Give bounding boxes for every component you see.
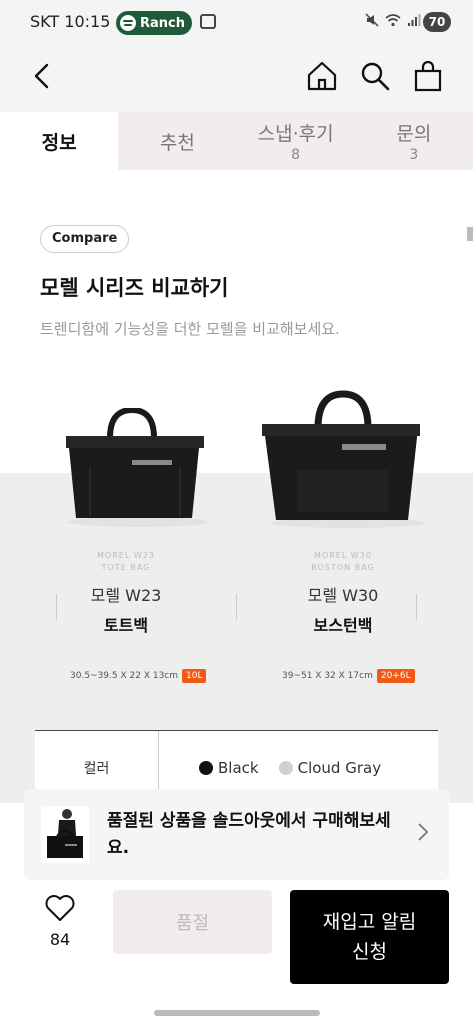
product-type: 보스턴백 bbox=[313, 616, 373, 635]
color-option-black: Black bbox=[199, 759, 259, 777]
tab-label: 스냅·후기 bbox=[257, 123, 334, 145]
home-icon bbox=[307, 61, 337, 91]
search-icon bbox=[361, 62, 390, 91]
wifi-icon bbox=[385, 14, 401, 27]
bottom-action-bar: 84 품절 재입고 알림 신청 bbox=[0, 880, 473, 1024]
color-name: Black bbox=[218, 759, 259, 777]
cart-button[interactable] bbox=[410, 58, 446, 94]
tab-label: 문의 bbox=[396, 123, 432, 145]
tab-count: 3 bbox=[409, 147, 419, 163]
divider bbox=[236, 594, 237, 620]
volume-badge: 10L bbox=[182, 669, 207, 683]
volume-badge: 20+6L bbox=[376, 669, 415, 683]
color-swatch bbox=[278, 761, 293, 775]
product-category-en: BOSTON BAG bbox=[311, 563, 375, 572]
divider bbox=[56, 594, 57, 620]
product-name: 모렐 W30 bbox=[307, 586, 379, 605]
restock-notify-button[interactable]: 재입고 알림 신청 bbox=[290, 890, 449, 984]
status-time: SKT 10:15 bbox=[30, 12, 111, 31]
color-options: Black Cloud Gray bbox=[199, 759, 381, 777]
tab-info[interactable]: 정보 bbox=[0, 112, 119, 170]
soldout-button: 품절 bbox=[113, 890, 272, 954]
search-button[interactable] bbox=[357, 58, 393, 94]
tab-count: 8 bbox=[291, 147, 301, 163]
status-bar: SKT 10:15 Ranch 70 bbox=[0, 0, 473, 44]
dimensions-text: 39~51 X 32 X 17cm bbox=[282, 671, 373, 681]
tab-recommend[interactable]: 추천 bbox=[118, 112, 236, 170]
compare-chip: Compare bbox=[40, 225, 130, 253]
screen-capture-icon bbox=[200, 14, 216, 29]
spotify-icon bbox=[120, 15, 136, 31]
product-dimensions-w30: 39~51 X 32 X 17cm 20+6L bbox=[282, 669, 415, 683]
media-pill[interactable]: Ranch bbox=[116, 11, 192, 35]
dimensions-text: 30.5~39.5 X 22 X 13cm bbox=[70, 671, 179, 681]
status-icons bbox=[365, 13, 421, 31]
scrollbar[interactable] bbox=[467, 227, 473, 241]
home-button[interactable] bbox=[304, 58, 340, 94]
product-tabs: 정보 추천 스냅·후기 8 문의 3 bbox=[0, 112, 473, 170]
color-option-cloud-gray: Cloud Gray bbox=[278, 759, 382, 777]
media-app-label: Ranch bbox=[140, 15, 185, 31]
chevron-right-icon bbox=[417, 822, 429, 846]
tab-reviews[interactable]: 스냅·후기 8 bbox=[237, 112, 355, 170]
person-with-bag-image bbox=[47, 809, 83, 858]
like-count: 84 bbox=[49, 930, 71, 949]
signal-icon bbox=[408, 14, 421, 26]
tab-qna[interactable]: 문의 3 bbox=[355, 112, 473, 170]
tote-bag-image bbox=[66, 408, 208, 527]
like-button[interactable]: 84 bbox=[38, 894, 82, 949]
product-code: MOREL W30 bbox=[314, 551, 372, 560]
product-card-w23[interactable]: MOREL W23 TOTE BAG 모렐 W23 토트백 bbox=[26, 550, 226, 636]
tab-label: 추천 bbox=[159, 131, 195, 154]
banner-thumbnail bbox=[41, 806, 89, 863]
product-code: MOREL W23 bbox=[97, 551, 155, 560]
back-button[interactable] bbox=[24, 58, 60, 94]
color-swatch bbox=[199, 761, 213, 775]
shopping-bag-icon bbox=[414, 60, 442, 92]
boston-bag-image bbox=[262, 390, 426, 528]
mute-icon bbox=[365, 13, 379, 27]
product-category-en: TOTE BAG bbox=[101, 563, 151, 572]
section-subtitle: 트렌디함에 기능성을 더한 모렐을 비교해보세요. bbox=[40, 320, 340, 338]
product-dimensions-w23: 30.5~39.5 X 22 X 13cm 10L bbox=[70, 669, 207, 683]
top-nav bbox=[0, 44, 473, 112]
battery-indicator: 70 bbox=[423, 12, 451, 32]
banner-text: 품절된 상품을 솔드아웃에서 구매해보세요. bbox=[107, 811, 391, 858]
heart-icon bbox=[45, 895, 75, 921]
back-icon bbox=[34, 63, 49, 89]
section-title: 모렐 시리즈 비교하기 bbox=[40, 276, 229, 300]
home-indicator[interactable] bbox=[154, 1010, 320, 1016]
soldout-banner[interactable]: 품절된 상품을 솔드아웃에서 구매해보세요. bbox=[24, 789, 449, 880]
color-name: Cloud Gray bbox=[297, 759, 382, 777]
product-card-w30[interactable]: MOREL W30 BOSTON BAG 모렐 W30 보스턴백 bbox=[243, 550, 443, 636]
tab-label: 정보 bbox=[41, 131, 77, 154]
